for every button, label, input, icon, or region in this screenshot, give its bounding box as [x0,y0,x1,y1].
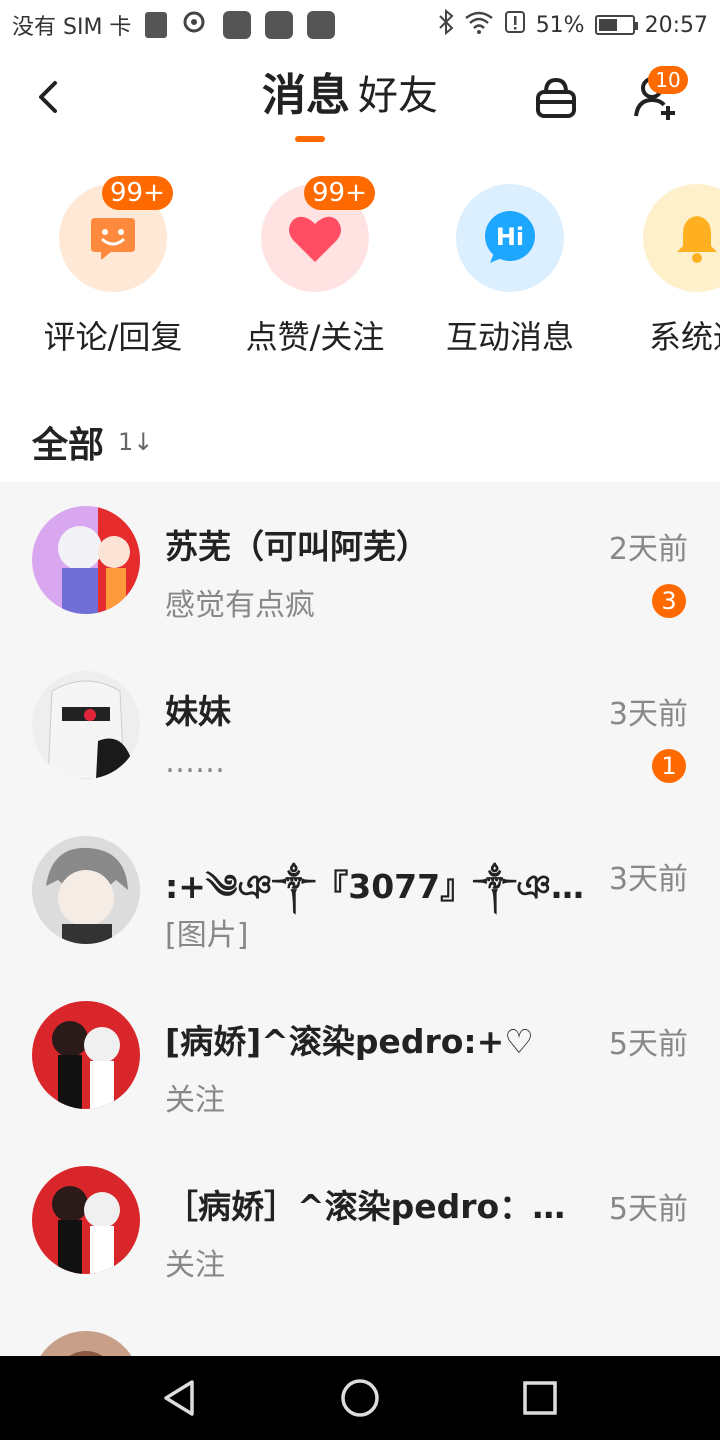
hotspot-icon [181,8,209,42]
hi-chat-icon: Hi [485,211,535,263]
section-title: 全部 [32,425,105,466]
conversation-name: [病娇]^滚染pedro:+♡ [165,1022,534,1061]
conversation-time: 5天前 [608,1027,688,1062]
conversation-name: ［病娇］^滚染pedro：… [165,1187,566,1226]
nav-home-button[interactable] [338,1376,382,1420]
conversation-preview: 关注 [165,1083,225,1118]
unread-badge: 3 [652,584,686,618]
tab-friends[interactable]: 好友 [358,68,438,124]
avatar [32,1166,140,1274]
interactions-icon-bg: Hi [456,184,564,292]
shortcut-label: 系统通 [648,318,720,356]
conversation-list: 苏芜（可叫阿芜） 感觉有点疯 2天前 3 妹妹 …… 3天前 1:+༄ঞ༒『3… [0,482,720,1356]
shortcut-system[interactable]: 系统通 [612,150,720,358]
conversation-preview: 关注 [165,1248,225,1283]
conversation-time: 5天前 [608,1192,688,1227]
wifi-icon [464,10,494,40]
circle-home-icon [341,1379,379,1417]
conversation-row[interactable]: ［病娇］^滚染pedro：… 关注 5天前 [0,1142,720,1307]
battery-icon [594,15,638,35]
system-icon-bg [643,184,720,292]
active-tab-indicator [295,136,325,142]
carrier-text: 没有 SIM 卡 [12,15,132,40]
conversation-row[interactable]: 苏芜（可叫阿芜） 感觉有点疯 2天前 3 [0,482,720,647]
avatar [32,671,140,779]
image-icon [265,11,294,39]
avatar [32,1331,140,1356]
app-notification-icon [223,11,252,39]
conversation-row[interactable]: [病娇]^滚染pedro:+♡ 关注 5天前 [0,977,720,1142]
header-tabs: 消息 好友 [262,68,438,142]
back-button[interactable] [24,72,74,122]
svg-text:Hi: Hi [496,223,524,251]
conversation-name: 苏芜（可叫阿芜） [165,527,429,566]
shortcut-label: 互动消息 [445,318,574,356]
alert-icon [504,10,526,40]
shortcut-likes[interactable]: 点赞/关注 99+ [230,150,400,358]
unread-badge: 1 [652,749,686,783]
list-section-header: 全部 1↓ [32,416,153,468]
sort-icon[interactable]: 1↓ [118,428,153,456]
clock: 20:57 [644,12,708,38]
sd-card-icon [145,12,168,38]
bluetooth-icon [438,8,454,41]
shortcut-label: 评论/回复 [43,318,183,356]
avatar [32,506,140,614]
heart-icon [289,216,341,262]
bell-icon [677,216,717,263]
conversation-time: 3天前 [608,697,688,732]
conversation-row[interactable]: :+༄ঞ༒『3077』༒ঞ༄+: [图片] 3天前 [0,812,720,977]
chevron-left-icon [39,81,57,113]
tab-messages[interactable]: 消息 [262,68,350,142]
nav-back-button[interactable] [158,1376,202,1420]
conversation-name: 妹妹 [165,692,231,731]
shop-button[interactable] [530,72,582,124]
app-notification-icon [307,11,336,39]
conversation-preview: …… [165,745,225,780]
basket-icon [536,77,576,118]
shortcut-label: 点赞/关注 [245,318,385,356]
tab-messages-label: 消息 [262,70,350,121]
likes-badge: 99+ [304,176,375,210]
nav-recents-button[interactable] [518,1376,562,1420]
shortcut-comments[interactable]: 评论/回复 99+ [28,150,198,358]
conversation-preview: 感觉有点疯 [165,588,315,623]
conversation-preview: [图片] [165,918,249,953]
battery-percent: 51% [535,12,585,38]
conversation-row[interactable] [0,1307,720,1356]
square-recents-icon [523,1381,557,1415]
avatar [32,1001,140,1109]
comments-badge: 99+ [102,176,173,210]
status-bar: 没有 SIM 卡 51% 20:57 [0,0,720,50]
shortcut-interactions[interactable]: Hi 互动消息 [425,150,595,358]
conversation-time: 2天前 [608,532,688,567]
top-header: 消息 好友 10 [0,50,720,150]
friend-request-badge: 10 [648,66,688,94]
avatar [32,836,140,944]
system-nav-bar [0,1356,720,1440]
triangle-back-icon [164,1380,194,1416]
smile-chat-icon [91,218,135,260]
conversation-time: 3天前 [608,862,688,897]
shortcut-row: 评论/回复 99+ 点赞/关注 99+ Hi 互动消息 系统通 [0,150,720,380]
conversation-row[interactable]: 妹妹 …… 3天前 1 [0,647,720,812]
